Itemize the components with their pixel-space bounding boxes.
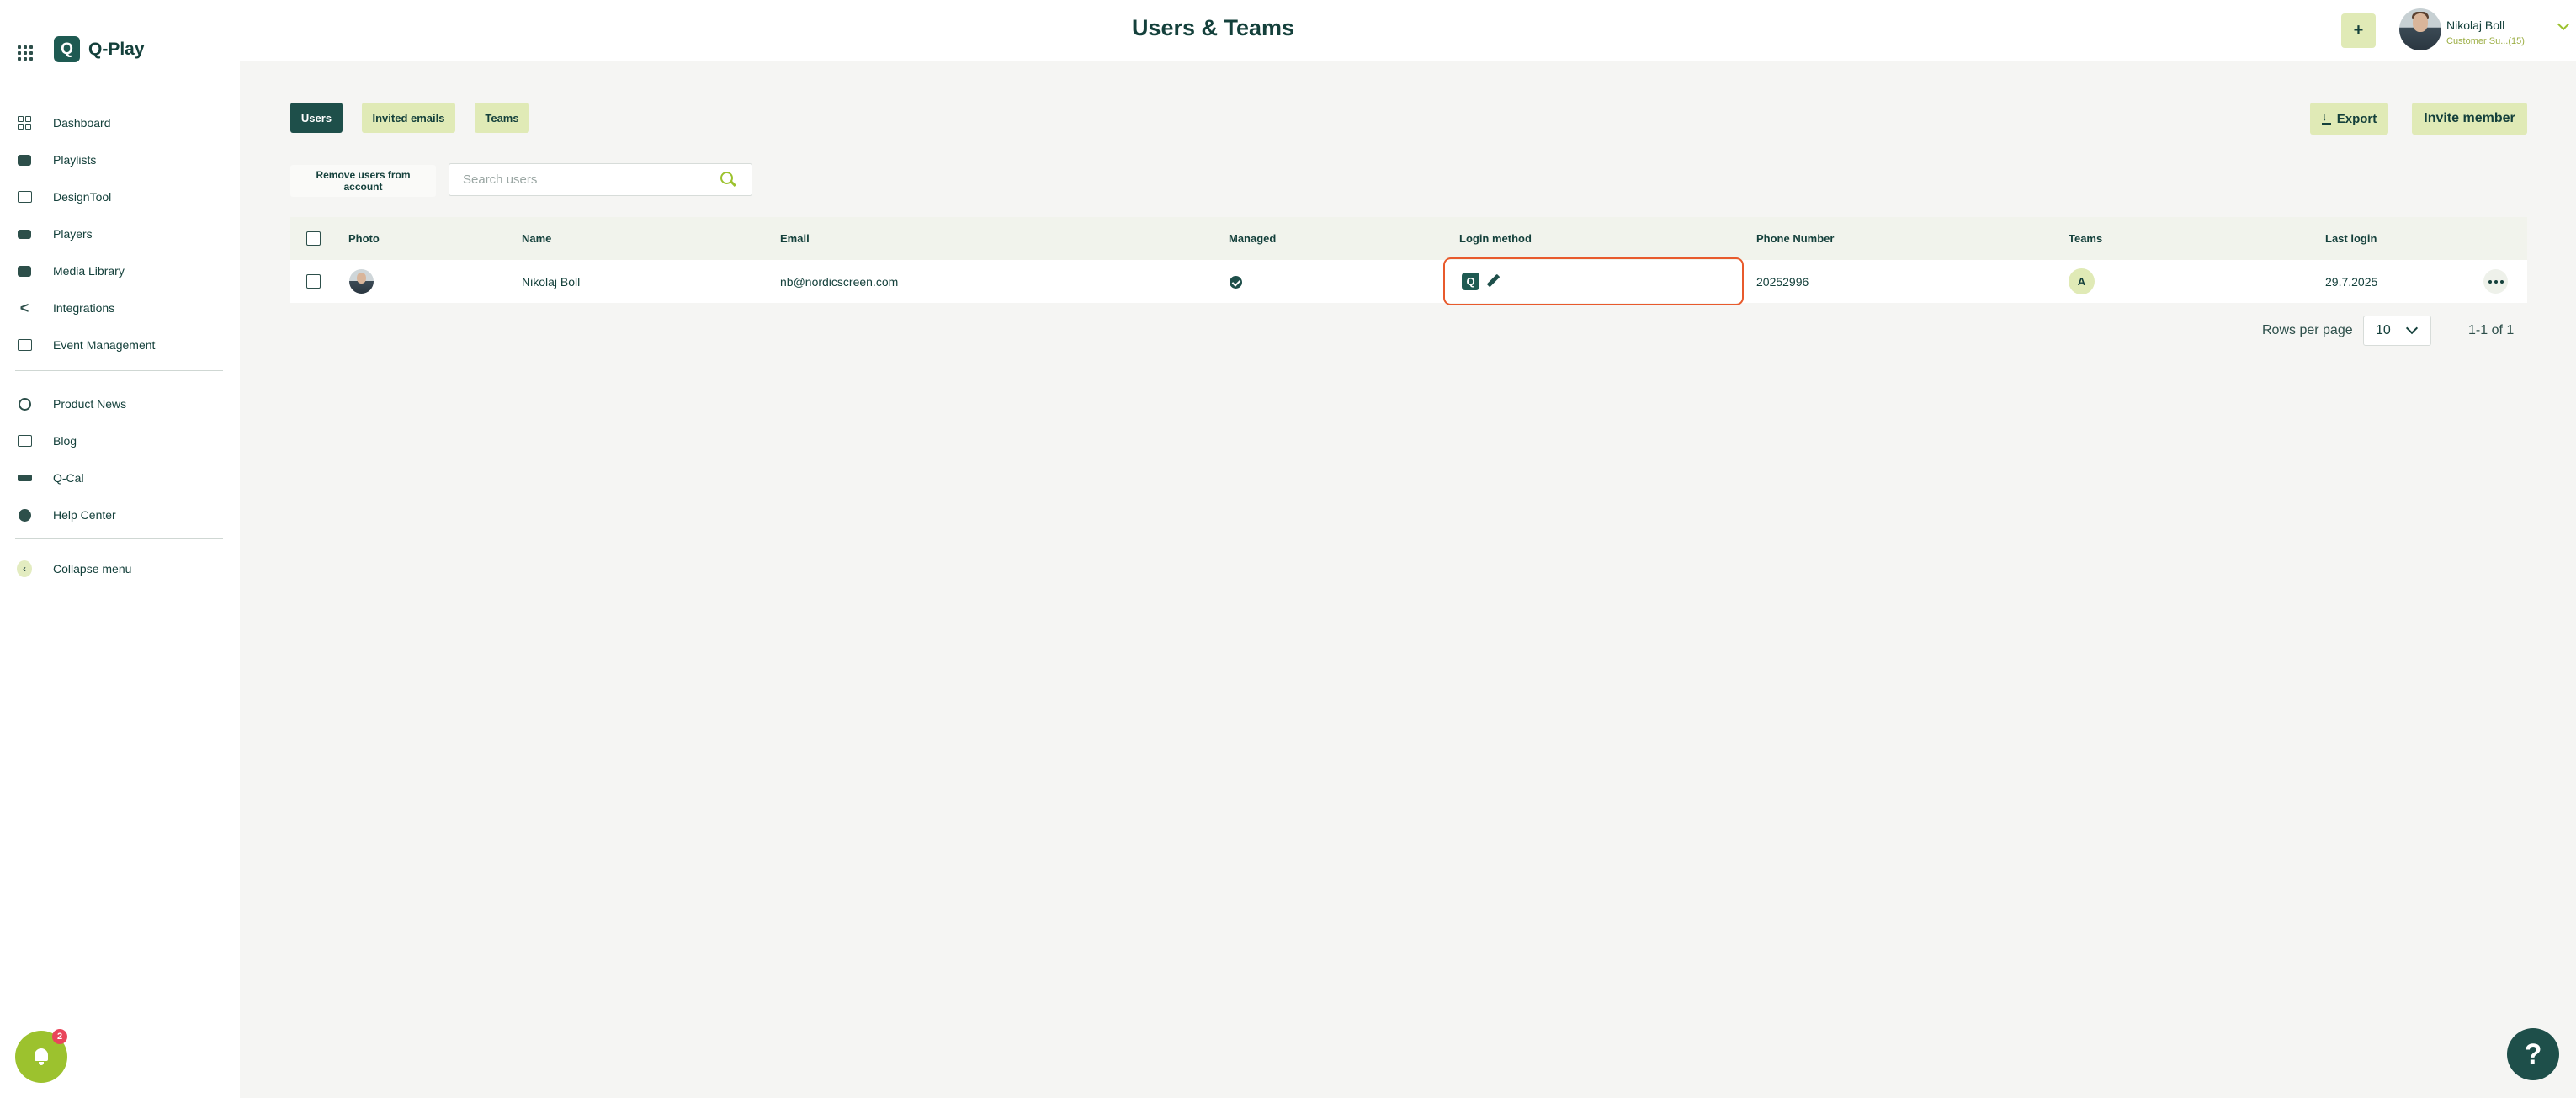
sidebar-item-players[interactable]: Players <box>0 219 240 249</box>
column-header-phone-number[interactable]: Phone Number <box>1756 217 1834 260</box>
q-play-logo-icon: Q <box>54 36 80 62</box>
column-header-name[interactable]: Name <box>522 217 551 260</box>
sidebar-item-event-management[interactable]: Event Management <box>0 330 240 360</box>
search-input[interactable] <box>463 164 715 194</box>
column-header-managed[interactable]: Managed <box>1229 217 1276 260</box>
bell-icon <box>33 1048 50 1066</box>
export-label: Export <box>2336 111 2377 126</box>
sidebar-item-label: Q-Cal <box>53 471 84 485</box>
user-role: Customer Su...(15) <box>2446 36 2525 46</box>
login-method-cell: Q <box>1443 257 1744 305</box>
column-header-email[interactable]: Email <box>780 217 810 260</box>
event-management-icon <box>17 337 32 353</box>
user-name[interactable]: Nikolaj Boll <box>2446 19 2504 32</box>
collapse-menu-button[interactable]: ‹ Collapse menu <box>0 554 240 584</box>
sidebar-item-dashboard[interactable]: Dashboard <box>0 108 240 138</box>
players-icon <box>17 226 32 241</box>
tab-invited-emails[interactable]: Invited emails <box>362 103 455 133</box>
column-header-last-login[interactable]: Last login <box>2325 217 2377 260</box>
sidebar-divider <box>15 538 223 539</box>
table-row[interactable]: Nikolaj Boll nb@nordicscreen.com Q 20252… <box>290 257 2527 305</box>
page-title: Users & Teams <box>1131 15 1295 40</box>
table-header: Photo Name Email Managed Login method Ph… <box>290 217 2527 260</box>
sidebar-item-label: Playlists <box>53 153 97 167</box>
sidebar-item-label: Help Center <box>53 508 116 522</box>
dashboard-icon <box>17 115 32 130</box>
pencil-icon[interactable] <box>1486 274 1500 289</box>
user-avatar[interactable] <box>2399 8 2441 50</box>
chevron-left-icon: ‹ <box>17 560 32 577</box>
sidebar-item-label: Event Management <box>53 338 156 352</box>
q-cal-icon <box>17 470 32 485</box>
add-button[interactable]: + <box>2341 13 2376 48</box>
sidebar-item-label: Players <box>53 227 93 241</box>
tab-users[interactable]: Users <box>290 103 343 133</box>
column-header-photo[interactable]: Photo <box>348 217 380 260</box>
sidebar-item-playlists[interactable]: Playlists <box>0 145 240 175</box>
playlists-icon <box>17 152 32 167</box>
more-options-icon[interactable] <box>2483 269 2508 294</box>
row-checkbox[interactable] <box>306 274 321 289</box>
search-box <box>449 163 752 196</box>
tab-teams[interactable]: Teams <box>475 103 529 133</box>
rows-per-page-label: Rows per page <box>2262 323 2353 337</box>
main-content: Users Invited emails Teams Export Invite… <box>240 61 2576 1098</box>
chevron-down-icon <box>2405 321 2419 335</box>
sidebar-divider <box>15 370 223 371</box>
sidebar-item-help-center[interactable]: Help Center <box>0 500 240 530</box>
phone-cell: 20252996 <box>1756 274 1809 289</box>
managed-check-icon <box>1230 276 1242 289</box>
team-badge[interactable]: A <box>2069 268 2095 294</box>
last-login-cell: 29.7.2025 <box>2325 274 2378 289</box>
sidebar-item-label: Dashboard <box>53 116 111 130</box>
integrations-icon: < <box>19 299 29 316</box>
help-button[interactable]: ? <box>2507 1028 2559 1080</box>
notifications-button[interactable]: 2 <box>15 1029 67 1083</box>
app-logo[interactable]: Q Q-Play <box>54 36 145 62</box>
apps-grid-icon[interactable] <box>15 43 34 61</box>
column-header-teams[interactable]: Teams <box>2069 217 2102 260</box>
select-all-checkbox[interactable] <box>306 231 321 246</box>
media-library-icon <box>17 263 32 278</box>
download-icon <box>2321 109 2331 125</box>
sidebar-item-blog[interactable]: Blog <box>0 426 240 456</box>
sidebar-item-integrations[interactable]: < Integrations <box>0 293 240 323</box>
sidebar-item-label: Integrations <box>53 301 115 315</box>
pagination-range: 1-1 of 1 <box>2468 323 2515 337</box>
column-header-login-method[interactable]: Login method <box>1459 217 1532 260</box>
app-name: Q-Play <box>88 39 145 59</box>
sidebar: Q Q-Play Dashboard Playlists DesignTool … <box>0 0 240 1098</box>
q-play-login-icon: Q <box>1462 273 1479 290</box>
rows-per-page-value: 10 <box>2376 323 2391 337</box>
user-name-cell[interactable]: Nikolaj Boll <box>522 260 580 303</box>
sidebar-item-product-news[interactable]: Product News <box>0 389 240 419</box>
sidebar-item-label: Product News <box>53 397 127 411</box>
notification-count-badge: 2 <box>52 1029 67 1044</box>
search-icon[interactable] <box>720 172 737 188</box>
sidebar-item-label: DesignTool <box>53 190 112 204</box>
email-cell: nb@nordicscreen.com <box>780 274 899 289</box>
sidebar-item-label: Media Library <box>53 264 125 278</box>
sidebar-item-designtool[interactable]: DesignTool <box>0 182 240 212</box>
remove-users-button[interactable]: Remove users from account <box>290 165 436 197</box>
help-center-icon <box>17 507 32 522</box>
invite-member-button[interactable]: Invite member <box>2412 103 2527 135</box>
rows-per-page-select[interactable]: 10 <box>2363 316 2431 346</box>
avatar <box>349 269 374 294</box>
collapse-menu-label: Collapse menu <box>53 562 132 576</box>
designtool-icon <box>17 189 32 204</box>
top-header: Users & Teams + Nikolaj Boll Customer Su… <box>240 0 2576 61</box>
sidebar-item-q-cal[interactable]: Q-Cal <box>0 463 240 493</box>
sidebar-item-media-library[interactable]: Media Library <box>0 256 240 286</box>
chevron-down-icon[interactable] <box>2557 18 2570 31</box>
sidebar-item-label: Blog <box>53 434 77 448</box>
product-news-icon <box>17 396 32 411</box>
export-button[interactable]: Export <box>2310 103 2388 135</box>
blog-icon <box>17 433 32 448</box>
